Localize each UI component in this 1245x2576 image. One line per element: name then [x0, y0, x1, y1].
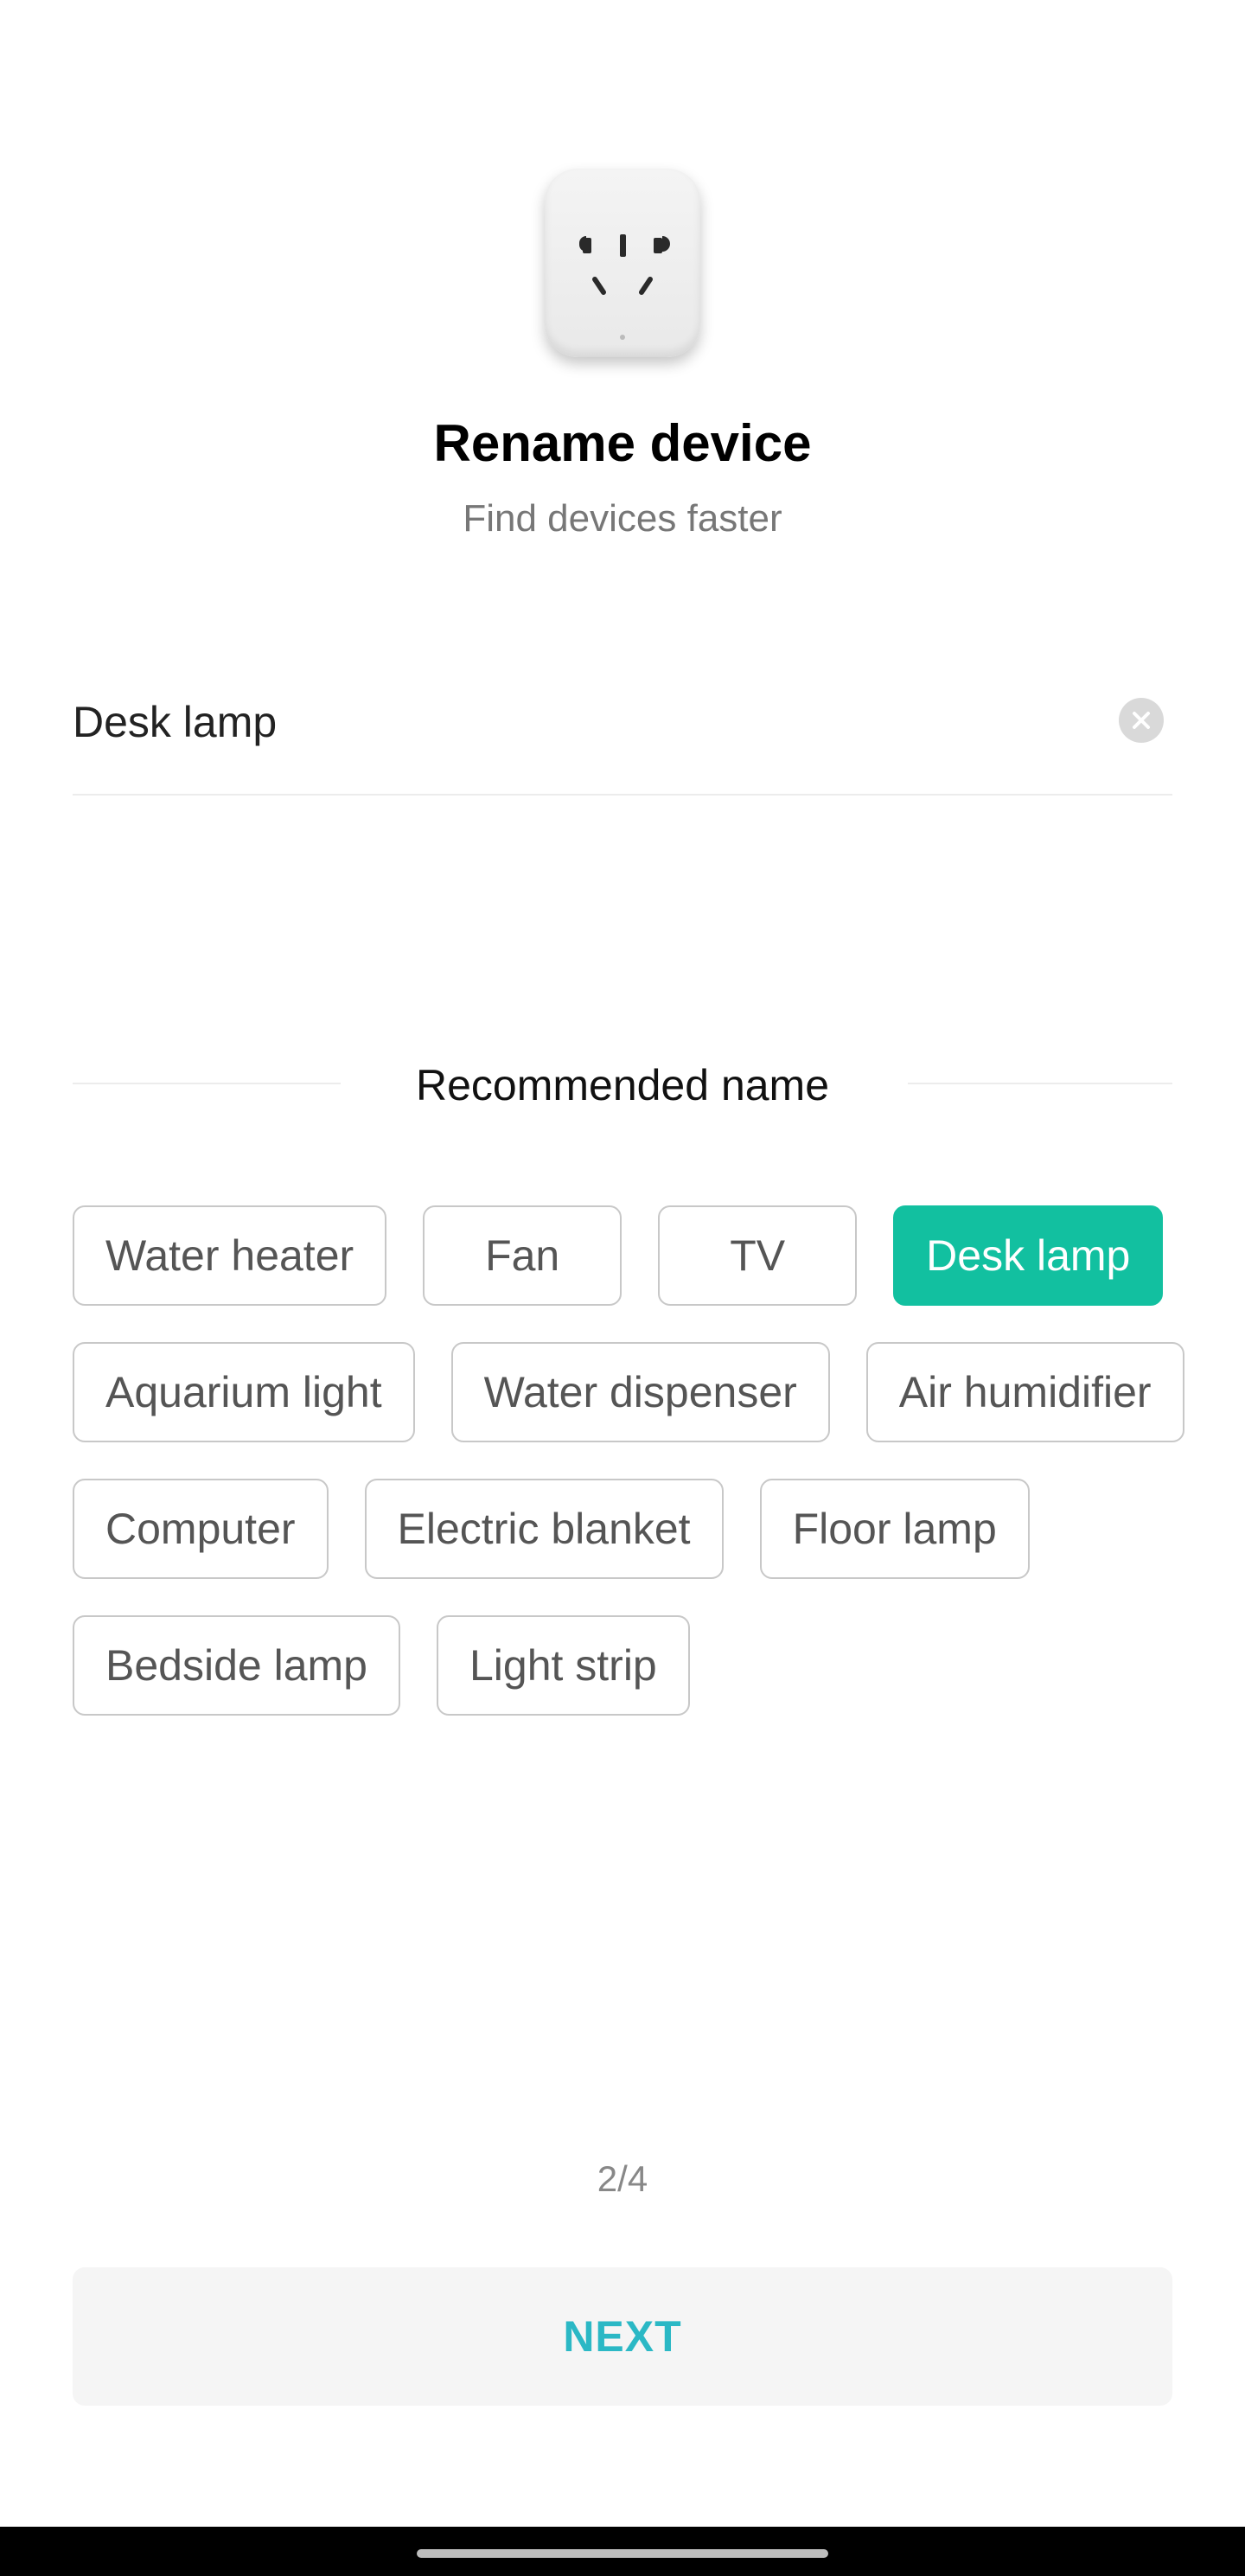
recommended-name-chip[interactable]: Air humidifier	[865, 1342, 1184, 1442]
recommended-name-chip[interactable]: Electric blanket	[364, 1479, 724, 1579]
page-title: Rename device	[433, 414, 812, 472]
clear-icon	[1133, 712, 1150, 729]
system-nav-bar	[0, 2527, 1245, 2576]
smart-plug-icon	[545, 169, 700, 357]
next-button[interactable]: NEXT	[73, 2267, 1172, 2406]
recommended-name-chips: Water heater Fan TV Desk lamp Aquarium light…	[73, 1205, 1197, 1716]
page-subtitle: Find devices faster	[463, 497, 782, 540]
recommended-name-chip[interactable]: Computer	[73, 1479, 329, 1579]
recommended-name-chip[interactable]: TV	[658, 1205, 858, 1306]
recommended-name-chip[interactable]: Fan	[423, 1205, 622, 1306]
recommended-name-chip[interactable]: Water dispenser	[450, 1342, 830, 1442]
recommended-name-label: Recommended name	[415, 1061, 830, 1109]
recommended-name-chip[interactable]: Floor lamp	[759, 1479, 1030, 1579]
recommended-name-chip[interactable]: Desk lamp	[893, 1205, 1164, 1306]
device-name-input[interactable]	[73, 683, 1024, 761]
recommended-name-chip[interactable]: Aquarium light	[73, 1342, 415, 1442]
home-handle[interactable]	[417, 2549, 828, 2558]
divider-right	[908, 1083, 1172, 1084]
clear-button[interactable]	[1119, 698, 1164, 743]
device-name-field	[73, 683, 1172, 796]
recommended-name-chip[interactable]: Water heater	[73, 1205, 387, 1306]
step-indicator: 2/4	[597, 2158, 648, 2199]
recommended-name-chip[interactable]: Bedside lamp	[73, 1615, 400, 1716]
recommended-name-chip[interactable]: Light strip	[436, 1615, 690, 1716]
